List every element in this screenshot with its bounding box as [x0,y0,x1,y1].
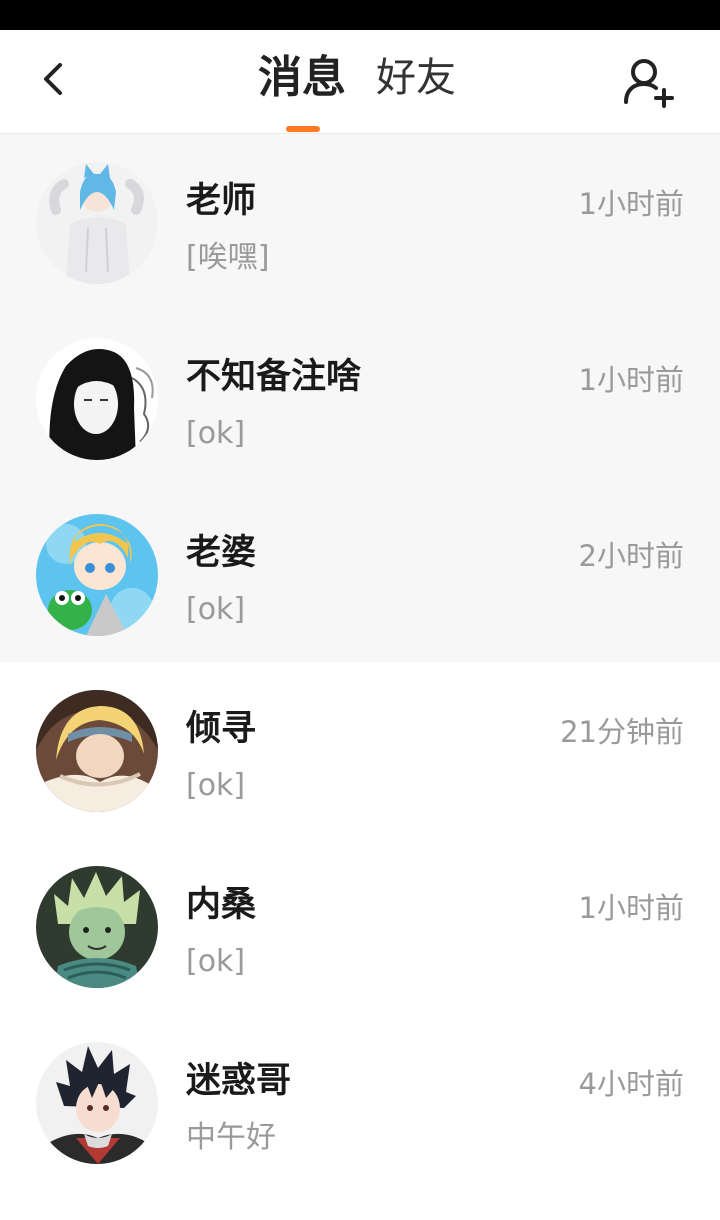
message-preview: [ok] [186,944,246,979]
avatar[interactable] [36,162,158,284]
avatar[interactable] [36,338,158,460]
conversation-item[interactable]: 迷惑哥 中午好 4小时前 [0,1014,720,1190]
message-time: 21分钟前 [560,715,684,749]
conversation-item[interactable]: 不知备注啥 [ok] 1小时前 [0,310,720,486]
contact-name: 不知备注啥 [186,357,362,397]
contact-name: 迷惑哥 [186,1061,292,1101]
tab-friends[interactable]: 好友 [376,48,456,108]
status-bar [0,0,720,30]
conversation-item[interactable]: 老婆 [ok] 2小时前 [0,486,720,662]
conversation-item[interactable]: 倾寻 [ok] 21分钟前 [0,662,720,838]
message-time: 1小时前 [578,891,684,925]
message-preview: 中午好 [186,1120,276,1155]
avatar[interactable] [36,866,158,988]
message-preview: [ok] [186,592,246,627]
message-preview: [ok] [186,768,246,803]
contact-name: 老师 [186,181,257,221]
conversation-item[interactable]: 内桑 [ok] 1小时前 [0,838,720,1014]
active-tab-indicator [286,126,320,132]
tab-messages[interactable]: 消息 [258,48,346,108]
top-navigation-bar: 消息 好友 [0,30,720,134]
message-time: 4小时前 [578,1067,684,1101]
conversation-list: 老师 [唉嘿] 1小时前 不知备注啥 [ok] 1小时前 老婆 [ok] 2小时… [0,134,720,1190]
contact-name: 老婆 [186,533,257,573]
avatar[interactable] [36,1042,158,1164]
message-time: 1小时前 [578,187,684,221]
message-time: 2小时前 [578,539,684,573]
message-time: 1小时前 [578,363,684,397]
tab-bar: 消息 好友 [0,30,720,133]
message-preview: [唉嘿] [186,240,270,275]
contact-name: 内桑 [186,885,257,925]
conversation-item[interactable]: 老师 [唉嘿] 1小时前 [0,134,720,310]
avatar[interactable] [36,514,158,636]
avatar[interactable] [36,690,158,812]
message-preview: [ok] [186,416,246,451]
add-friend-button[interactable] [618,52,678,112]
contact-name: 倾寻 [186,709,257,749]
add-user-icon [624,59,674,108]
